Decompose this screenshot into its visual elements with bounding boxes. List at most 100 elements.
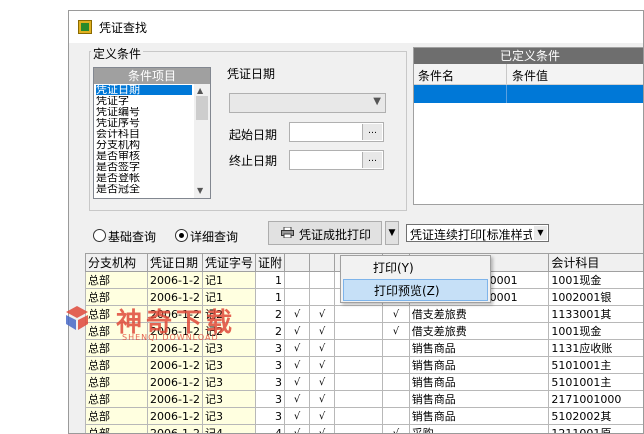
- condition-item-list[interactable]: 条件项目 凭证日期 凭证字 凭证编号 凭证序号 会计科目 分支机构 是否审核 是否签字 是否登帐…: [93, 67, 211, 199]
- table-cell: [334, 322, 384, 340]
- scroll-down-icon[interactable]: ▼: [197, 186, 203, 195]
- scroll-thumb[interactable]: [196, 96, 208, 120]
- basic-query-radio[interactable]: [93, 229, 106, 242]
- table-cell: 2006-1-2: [147, 407, 203, 425]
- start-date-label: 起始日期: [229, 128, 278, 142]
- table-cell: 销售商品: [408, 373, 550, 391]
- table-cell: √: [309, 424, 336, 433]
- table-cell: [382, 390, 410, 408]
- table-cell: 采购: [408, 424, 550, 433]
- table-cell: 总部: [85, 339, 149, 357]
- chevron-down-icon[interactable]: ▼: [534, 226, 547, 240]
- column-header[interactable]: 证附: [254, 253, 286, 272]
- defined-conditions-header: 条件名 条件值: [414, 64, 643, 85]
- table-row[interactable]: 总部 2006-1-2 记3 3 √ √ 销售商品 5102002其: [85, 407, 643, 425]
- condition-list-item[interactable]: 是否审核: [96, 151, 192, 161]
- start-date-picker-button[interactable]: …: [362, 124, 382, 140]
- list-scrollbar[interactable]: ▲ ▼: [194, 84, 210, 198]
- condition-list-item[interactable]: 会计科目: [96, 129, 192, 139]
- column-header[interactable]: 凭证日期: [147, 253, 203, 272]
- table-cell: [334, 424, 384, 433]
- condition-list-item[interactable]: 凭证序号: [96, 118, 192, 128]
- column-header[interactable]: 分支机构: [85, 253, 149, 272]
- printer-icon: [281, 227, 294, 238]
- table-cell: √: [283, 390, 311, 408]
- table-cell: √: [283, 339, 311, 357]
- table-cell: √: [283, 305, 311, 323]
- table-cell: [382, 356, 410, 374]
- table-cell: 记4: [201, 424, 256, 433]
- table-cell: √: [382, 322, 410, 340]
- table-cell: [334, 339, 384, 357]
- table-cell: √: [382, 305, 410, 323]
- condition-list-item[interactable]: 是否冠全: [96, 184, 192, 194]
- table-cell: √: [283, 356, 311, 374]
- table-cell: [334, 373, 384, 391]
- table-cell: 记3: [201, 373, 256, 391]
- title-bar[interactable]: 凭证查找: [69, 11, 643, 43]
- continuous-print-value: 凭证连续打印[标准样式]: [410, 228, 532, 242]
- end-date-label: 终止日期: [229, 154, 278, 168]
- table-row[interactable]: 总部 2006-1-2 记3 3 √ √ 销售商品 1131应收账: [85, 339, 643, 357]
- table-cell: 总部: [85, 373, 149, 391]
- detail-query-radio[interactable]: [175, 229, 188, 242]
- column-condition-value: 条件值: [512, 69, 549, 83]
- detail-query-label[interactable]: 详细查询: [190, 228, 238, 245]
- table-cell: √: [283, 373, 311, 391]
- table-cell: 5101001主: [548, 356, 643, 374]
- menu-item-print-preview[interactable]: 打印预览(Z): [343, 279, 488, 301]
- start-date-input[interactable]: …: [289, 122, 384, 142]
- condition-list-item[interactable]: 是否签字: [96, 162, 192, 172]
- date-condition-combo[interactable]: ▼: [229, 93, 386, 113]
- column-header[interactable]: 凭证字号: [201, 253, 256, 272]
- continuous-print-select[interactable]: 凭证连续打印[标准样式] ▼: [406, 224, 549, 242]
- table-cell: 2006-1-2: [147, 373, 203, 391]
- table-cell: 记3: [201, 390, 256, 408]
- print-dropdown-menu: 打印(Y) 打印预览(Z): [340, 255, 491, 303]
- table-cell: 借支差旅费: [408, 322, 550, 340]
- table-cell: 2006-1-2: [147, 271, 203, 289]
- end-date-picker-button[interactable]: …: [362, 152, 382, 168]
- table-row[interactable]: 总部 2006-1-2 记3 3 √ √ 销售商品 5101001主: [85, 373, 643, 391]
- table-cell: [334, 305, 384, 323]
- menu-item-print[interactable]: 打印(Y): [343, 257, 488, 279]
- condition-list-item[interactable]: 凭证编号: [96, 107, 192, 117]
- table-cell: 3: [254, 373, 286, 391]
- table-cell: √: [309, 305, 336, 323]
- watermark-logo-icon: [66, 306, 88, 330]
- scroll-up-icon[interactable]: ▲: [197, 86, 203, 95]
- table-cell: [382, 339, 410, 357]
- table-row[interactable]: 总部 2006-1-2 记3 3 √ √ 销售商品 2171001000: [85, 390, 643, 408]
- table-cell: 总部: [85, 356, 149, 374]
- table-cell: 2006-1-2: [147, 390, 203, 408]
- column-header[interactable]: [309, 253, 336, 272]
- table-cell: 3: [254, 339, 286, 357]
- condition-list-item[interactable]: 凭证字: [96, 96, 192, 106]
- condition-list-item[interactable]: 是否登帐: [96, 173, 192, 183]
- condition-list-item[interactable]: 凭证日期: [96, 85, 192, 95]
- condition-list-item[interactable]: 分支机构: [96, 140, 192, 150]
- table-cell: 记3: [201, 356, 256, 374]
- table-row[interactable]: 总部 2006-1-2 记4 4 √ √ √ 采购 1211001原: [85, 424, 643, 433]
- basic-query-label[interactable]: 基础查询: [108, 228, 156, 245]
- table-cell: 2171001000: [548, 390, 643, 408]
- batch-print-button[interactable]: 凭证成批打印: [268, 221, 382, 245]
- table-cell: √: [382, 424, 410, 433]
- end-date-input[interactable]: …: [289, 150, 384, 170]
- table-cell: [382, 373, 410, 391]
- table-cell: 2: [254, 305, 286, 323]
- table-cell: 3: [254, 356, 286, 374]
- column-header[interactable]: [283, 253, 311, 272]
- watermark: 神奇下载 SHENQI DOWNLOAD: [66, 300, 246, 342]
- table-cell: 3: [254, 390, 286, 408]
- table-cell: 1133001其: [548, 305, 643, 323]
- table-cell: [334, 407, 384, 425]
- defined-condition-row[interactable]: [414, 85, 643, 103]
- table-row[interactable]: 总部 2006-1-2 记3 3 √ √ 销售商品 5101001主: [85, 356, 643, 374]
- table-cell: 2006-1-2: [147, 424, 203, 433]
- defined-conditions-title: 已定义条件: [414, 48, 643, 64]
- table-cell: 1: [254, 271, 286, 289]
- column-header[interactable]: 会计科目: [548, 253, 643, 272]
- batch-print-dropdown-button[interactable]: ▼: [385, 221, 399, 245]
- table-cell: [334, 356, 384, 374]
